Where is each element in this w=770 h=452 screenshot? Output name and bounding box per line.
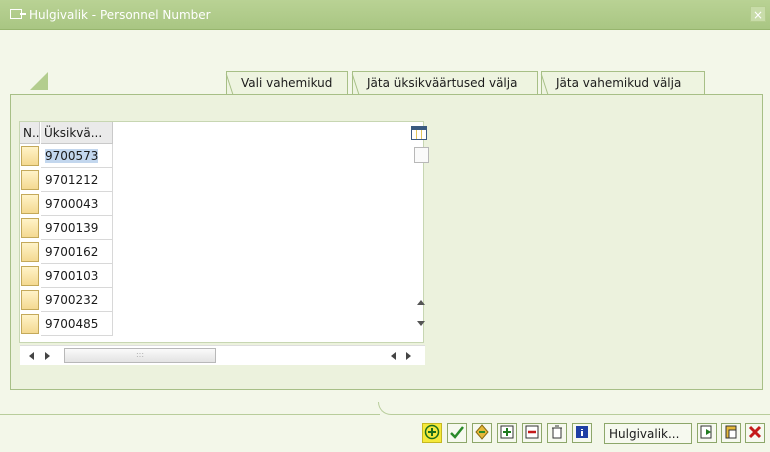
scroll-right-icon[interactable]: [406, 352, 411, 360]
tab-label: Vali vahemikud: [241, 76, 333, 90]
paste-button[interactable]: [721, 423, 741, 443]
scroll-down-icon[interactable]: [417, 321, 425, 326]
table-row: 9700103: [20, 264, 113, 288]
info-button[interactable]: [572, 423, 592, 443]
table-header-blank: [113, 122, 413, 144]
value-cell[interactable]: 9700043: [41, 192, 113, 216]
multiple-selection-button[interactable]: Hulgivalik...: [604, 423, 692, 444]
table-row: 9700139: [20, 216, 113, 240]
table-row: 9700043: [20, 192, 113, 216]
row-selector[interactable]: [21, 146, 39, 166]
tab-label: Jäta vahemikud välja: [556, 76, 682, 90]
transfer-button[interactable]: [472, 423, 492, 443]
execute-button[interactable]: [422, 423, 442, 443]
value-cell[interactable]: 9701212: [41, 168, 113, 192]
paste-icon: [725, 425, 737, 439]
row-selector[interactable]: [21, 290, 39, 310]
value-cell[interactable]: 9700232: [41, 288, 113, 312]
window-title: Hulgivalik - Personnel Number: [29, 8, 211, 22]
import-button[interactable]: [697, 423, 717, 443]
column-header-single-value[interactable]: Üksikvä...: [41, 122, 113, 144]
table-row: 9701212: [20, 168, 113, 192]
tab-select-ranges[interactable]: Vali vahemikud: [226, 71, 348, 95]
info-icon: [576, 426, 588, 438]
tab-exclude-ranges[interactable]: Jäta vahemikud välja: [541, 71, 705, 95]
row-selector[interactable]: [21, 194, 39, 214]
dialog-content: Vali vahemikud Jäta üksikväärtused välja…: [0, 31, 770, 452]
table-row: 9700485: [20, 312, 113, 336]
window-icon: [10, 9, 26, 19]
check-icon: [450, 426, 464, 439]
scroll-right-icon[interactable]: [45, 352, 50, 360]
table-row: 9700573: [20, 144, 113, 168]
trash-icon: [552, 425, 562, 439]
execute-icon: [424, 424, 440, 440]
scroll-up-icon[interactable]: [417, 300, 425, 305]
scroll-left-icon[interactable]: [29, 352, 34, 360]
value-text: 9700573: [45, 149, 99, 163]
scroll-thumb[interactable]: [414, 147, 429, 163]
confirm-button[interactable]: [447, 423, 467, 443]
column-header-n[interactable]: N..: [20, 122, 40, 144]
scroll-left-icon[interactable]: [391, 352, 396, 360]
row-selector[interactable]: [21, 218, 39, 238]
value-cell[interactable]: 9700103: [41, 264, 113, 288]
row-selector[interactable]: [21, 314, 39, 334]
vertical-scrollbar[interactable]: [413, 144, 430, 334]
insert-line-button[interactable]: [497, 423, 517, 443]
row-selector[interactable]: [21, 170, 39, 190]
cancel-icon: [748, 425, 762, 439]
transfer-icon: [475, 424, 489, 440]
tab-corner-decoration: [30, 72, 48, 90]
insert-line-icon: [500, 425, 514, 439]
horizontal-scroll-thumb[interactable]: :::: [64, 348, 216, 363]
row-selector[interactable]: [21, 242, 39, 262]
table-row: 9700162: [20, 240, 113, 264]
table-row: 9700232: [20, 288, 113, 312]
cancel-button[interactable]: [745, 423, 765, 443]
footer-divider: [0, 402, 770, 415]
row-selector[interactable]: [21, 266, 39, 286]
tab-panel: N.. Üksikvä... 9700573 9701212 9700043 9…: [10, 94, 763, 390]
tab-label: Jäta üksikväärtused välja: [367, 76, 518, 90]
value-cell[interactable]: 9700573: [41, 144, 113, 168]
value-cell[interactable]: 9700139: [41, 216, 113, 240]
import-icon: [700, 425, 712, 439]
horizontal-scrollbar[interactable]: :::: [20, 345, 425, 365]
tab-exclude-single-values[interactable]: Jäta üksikväärtused välja: [352, 71, 538, 95]
close-button[interactable]: ×: [750, 6, 766, 22]
delete-line-icon: [525, 425, 539, 439]
title-bar: Hulgivalik - Personnel Number ×: [0, 0, 770, 30]
values-table: N.. Üksikvä... 9700573 9701212 9700043 9…: [19, 121, 429, 365]
table-settings-icon[interactable]: [411, 126, 427, 140]
delete-button[interactable]: [547, 423, 567, 443]
value-cell[interactable]: 9700485: [41, 312, 113, 336]
delete-line-button[interactable]: [522, 423, 542, 443]
value-cell[interactable]: 9700162: [41, 240, 113, 264]
